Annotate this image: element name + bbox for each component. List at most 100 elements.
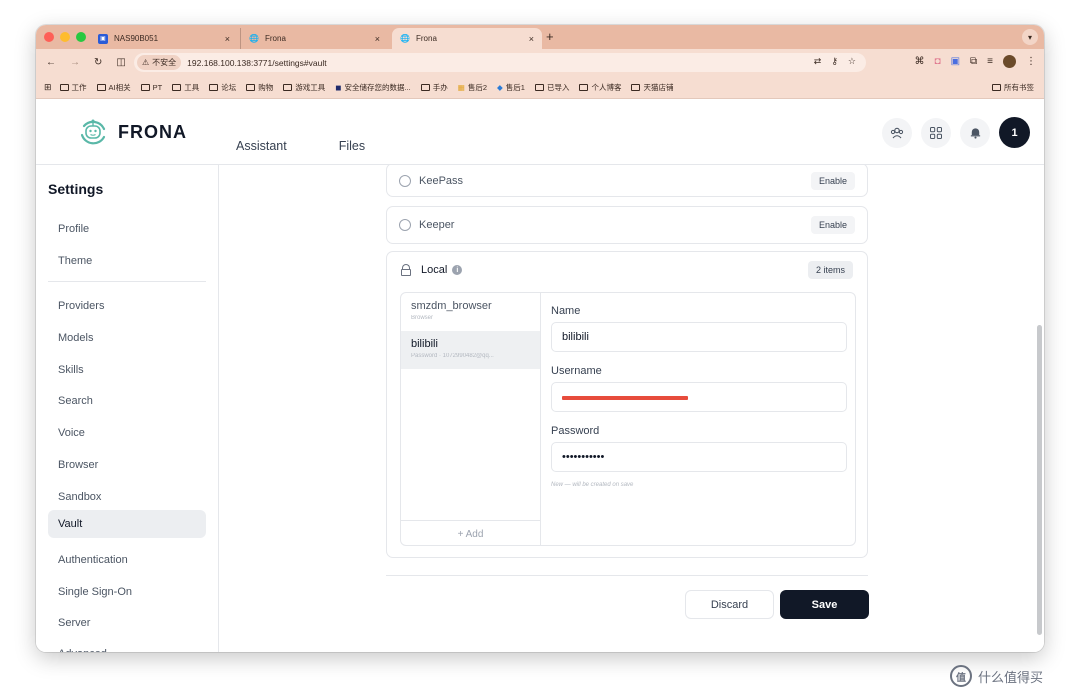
info-icon[interactable]: i bbox=[452, 265, 463, 275]
browser-tab-frona-active[interactable]: 🌐 Frona × bbox=[392, 28, 542, 49]
frona-app: FRONA Assistant Files 1 Settings Profile… bbox=[36, 99, 1044, 652]
provider-name: Keeper bbox=[419, 219, 455, 231]
items-count-badge: 2 items bbox=[807, 261, 853, 279]
folder-icon bbox=[992, 84, 1001, 91]
all-bookmarks[interactable]: 所有书签 bbox=[992, 82, 1034, 93]
bookmark-favicon-icon: ◼ bbox=[335, 82, 342, 92]
sidebar-item-server[interactable]: Server bbox=[48, 609, 206, 637]
bookmark-folder[interactable]: 手办 bbox=[420, 82, 448, 93]
sidebar-item-single-sign-on[interactable]: Single Sign-On bbox=[48, 578, 206, 606]
new-tab-button[interactable]: + bbox=[546, 29, 554, 44]
reload-icon[interactable]: ↻ bbox=[94, 57, 102, 68]
extension-icon[interactable]: ◘ bbox=[935, 56, 941, 67]
contacts-button[interactable] bbox=[882, 117, 912, 148]
save-button[interactable]: Save bbox=[780, 590, 869, 619]
user-avatar[interactable]: 1 bbox=[999, 117, 1030, 148]
notifications-button[interactable] bbox=[960, 117, 990, 148]
extension-icon[interactable]: ▣ bbox=[951, 56, 960, 67]
name-field[interactable]: bilibili bbox=[551, 322, 847, 352]
enable-keeper-button[interactable]: Enable bbox=[810, 216, 855, 234]
main-scrollbar[interactable] bbox=[1037, 325, 1043, 650]
apps-grid-icon[interactable]: ⊞ bbox=[44, 82, 52, 93]
bookmark-folder[interactable]: 论坛 bbox=[209, 82, 236, 93]
add-entry-button[interactable]: + Add bbox=[401, 520, 540, 545]
sidebar-item-browser[interactable]: Browser bbox=[48, 451, 206, 479]
folder-icon bbox=[59, 83, 69, 91]
minimize-window-button[interactable] bbox=[60, 32, 70, 42]
nav-files[interactable]: Files bbox=[339, 139, 365, 153]
folder-icon bbox=[172, 83, 182, 91]
local-vault-card: Local i 2 items smzdm_browser Browser bi… bbox=[386, 251, 868, 558]
bookmark-folder[interactable]: 已导入 bbox=[534, 82, 569, 93]
entry-name: smzdm_browser bbox=[411, 300, 492, 312]
bookmark-folder[interactable]: 个人博客 bbox=[579, 82, 621, 93]
bell-icon bbox=[970, 128, 980, 139]
url-text[interactable]: 192.168.100.138:3771/settings#vault bbox=[187, 58, 326, 68]
bookmark-link[interactable]: ▦ 售后2 bbox=[458, 82, 487, 93]
bookmark-link[interactable]: ◼ 安全储存您的数据... bbox=[335, 82, 411, 93]
username-field[interactable] bbox=[551, 382, 847, 412]
bookmark-folder[interactable]: PT bbox=[140, 82, 163, 92]
address-bar[interactable]: ⚠ 不安全 192.168.100.138:3771/settings#vaul… bbox=[134, 53, 866, 72]
provider-card-keepass: KeePass Enable bbox=[386, 165, 868, 197]
bookmark-label: PT bbox=[152, 82, 163, 92]
sidebar-item-vault[interactable]: Vault bbox=[48, 510, 206, 538]
list-item[interactable]: smzdm_browser Browser bbox=[401, 293, 540, 331]
bookmark-folder[interactable]: 购物 bbox=[246, 82, 273, 93]
tab-search-chevron-icon[interactable]: ▾ bbox=[1022, 29, 1038, 45]
password-field[interactable]: ••••••••••• bbox=[551, 442, 847, 472]
list-item[interactable]: bilibili Password · 1072990482@qq... bbox=[401, 331, 540, 369]
forward-arrow-icon[interactable]: → bbox=[70, 57, 80, 68]
bookmark-label: 工具 bbox=[184, 82, 200, 92]
password-label: Password bbox=[551, 425, 600, 437]
bookmark-label: 游戏工具 bbox=[295, 82, 326, 92]
keeper-icon bbox=[399, 219, 411, 231]
sidebar-item-search[interactable]: Search bbox=[48, 387, 206, 415]
close-window-button[interactable] bbox=[44, 32, 54, 42]
sidebar-item-profile[interactable]: Profile bbox=[48, 215, 206, 243]
bookmark-folder[interactable]: AI相关 bbox=[96, 82, 131, 93]
sidebar-item-authentication[interactable]: Authentication bbox=[48, 546, 206, 574]
bookmark-star-icon[interactable]: ☆ bbox=[848, 56, 856, 67]
entry-subtitle: Password · 1072990482@qq... bbox=[411, 353, 494, 359]
sidebar-item-models[interactable]: Models bbox=[48, 324, 206, 352]
sidebar-item-providers[interactable]: Providers bbox=[48, 292, 206, 320]
bookmark-folder[interactable]: 天猫店铺 bbox=[631, 82, 673, 93]
bookmark-link[interactable]: ◆ 售后1 bbox=[497, 82, 525, 93]
sidebar-toggle-icon[interactable]: ◫ bbox=[116, 57, 125, 68]
more-menu-icon[interactable]: ⋮ bbox=[1026, 56, 1036, 67]
reading-list-icon[interactable]: ≡ bbox=[987, 56, 993, 67]
sidebar-item-voice[interactable]: Voice bbox=[48, 419, 206, 447]
app-header: FRONA Assistant Files 1 bbox=[36, 99, 1044, 165]
tab-close-icon[interactable]: × bbox=[375, 34, 380, 44]
tab-close-icon[interactable]: × bbox=[225, 34, 230, 44]
security-indicator[interactable]: ⚠ 不安全 bbox=[137, 55, 182, 70]
sidebar-item-sandbox[interactable]: Sandbox bbox=[48, 483, 206, 511]
frona-logo[interactable]: FRONA bbox=[76, 115, 187, 149]
browser-tab-frona-1[interactable]: 🌐 Frona × bbox=[240, 28, 388, 49]
translate-icon[interactable]: ⇄ bbox=[814, 56, 822, 67]
tab-close-icon[interactable]: × bbox=[529, 34, 534, 44]
maximize-window-button[interactable] bbox=[76, 32, 86, 42]
nav-assistant[interactable]: Assistant bbox=[236, 139, 287, 153]
profile-avatar-icon[interactable] bbox=[1003, 55, 1016, 68]
provider-row: Keeper Enable bbox=[387, 207, 867, 243]
browser-tab-nas[interactable]: ▣ NAS90B051 × bbox=[90, 28, 238, 49]
sidebar-item-theme[interactable]: Theme bbox=[48, 247, 206, 275]
key-icon[interactable]: ⚷ bbox=[831, 56, 838, 67]
sidebar-item-advanced[interactable]: Advanced bbox=[48, 640, 206, 652]
folder-icon bbox=[534, 83, 544, 91]
folder-icon bbox=[420, 83, 430, 91]
enable-keepass-button[interactable]: Enable bbox=[810, 172, 855, 190]
apps-button[interactable] bbox=[921, 117, 951, 148]
puzzle-icon[interactable]: ⧉ bbox=[970, 56, 977, 67]
sidebar-item-skills[interactable]: Skills bbox=[48, 356, 206, 384]
bookmark-folder[interactable]: 游戏工具 bbox=[283, 82, 325, 93]
discard-button[interactable]: Discard bbox=[685, 590, 774, 619]
bookmark-folder[interactable]: 工作 bbox=[59, 82, 87, 93]
scrollbar-thumb[interactable] bbox=[1037, 325, 1042, 635]
bookmark-folder[interactable]: 工具 bbox=[172, 82, 199, 93]
vault-entry-list: smzdm_browser Browser bilibili Password … bbox=[401, 293, 541, 545]
extension-icon[interactable]: ⌘ bbox=[915, 56, 925, 67]
back-arrow-icon[interactable]: ← bbox=[46, 57, 56, 68]
